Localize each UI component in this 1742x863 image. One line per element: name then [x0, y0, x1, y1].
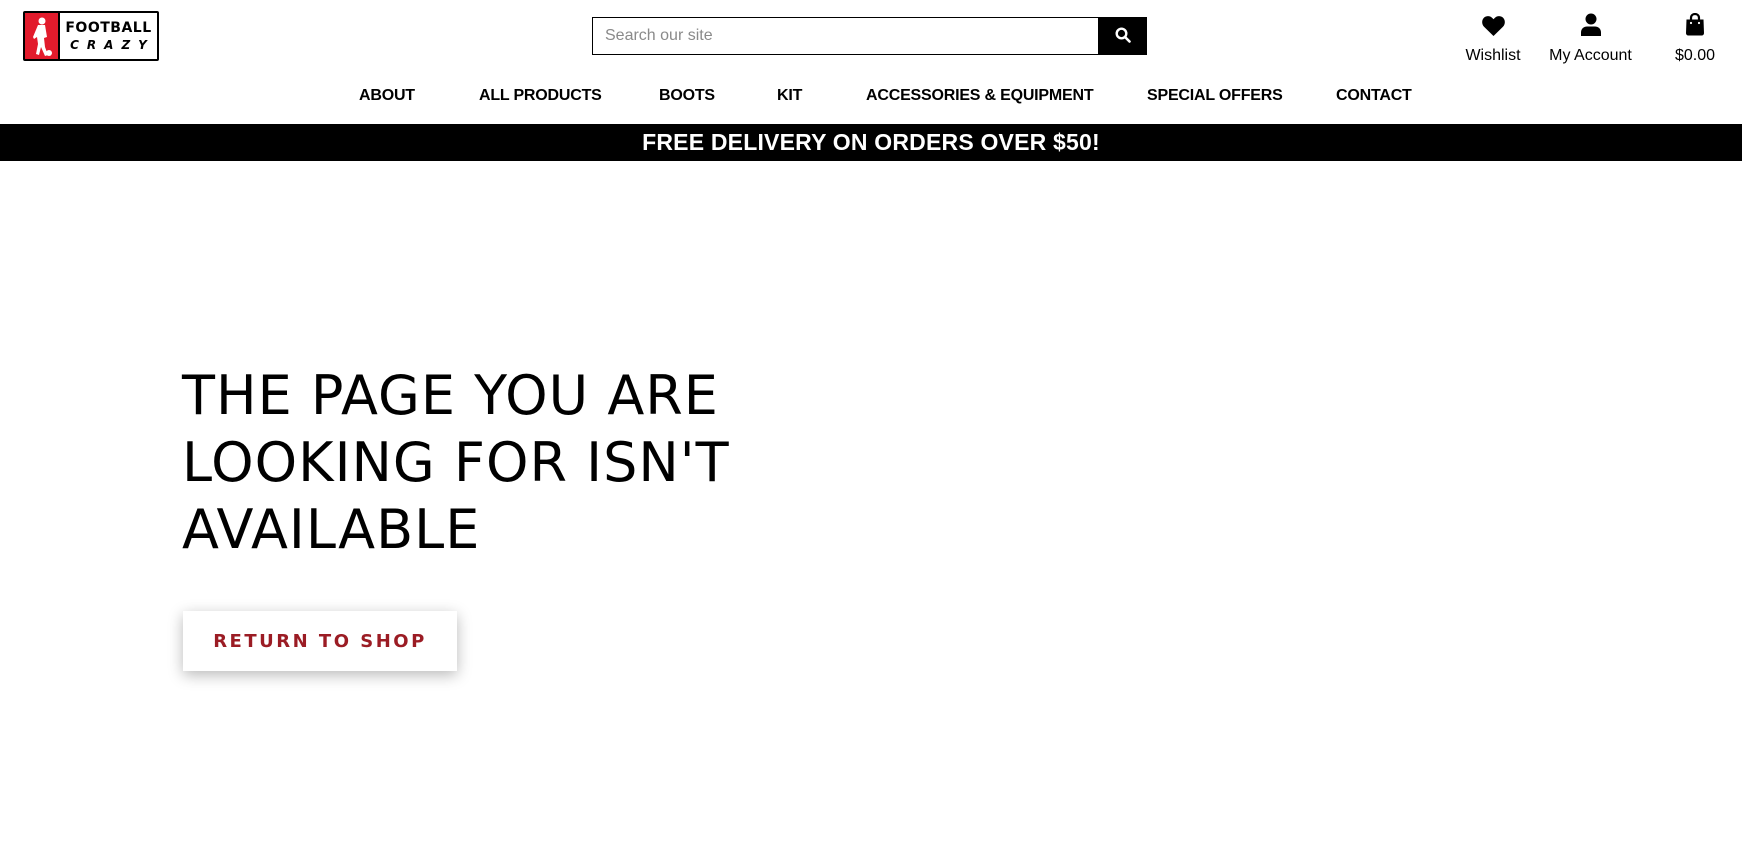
nav-item-contact[interactable]: CONTACT — [1336, 85, 1412, 107]
site-header: FOOTBALL CRAZY Wishlist — [0, 0, 1742, 124]
main-nav: ABOUT ALL PRODUCTS BOOTS KIT ACCESSORIES… — [0, 85, 1742, 107]
my-account-link[interactable]: My Account — [1543, 11, 1638, 64]
user-icon — [1580, 11, 1601, 36]
logo-wordmark: FOOTBALL CRAZY — [60, 13, 157, 59]
cart-link[interactable]: $0.00 — [1670, 11, 1720, 64]
wishlist-link[interactable]: Wishlist — [1448, 11, 1538, 64]
search-form — [592, 17, 1147, 55]
shopping-bag-icon — [1685, 11, 1705, 36]
search-button[interactable] — [1098, 17, 1147, 55]
page-not-found-heading: THE PAGE YOU ARE LOOKING FOR ISN'T AVAIL… — [182, 364, 730, 561]
cart-total: $0.00 — [1674, 47, 1716, 64]
nav-item-about[interactable]: ABOUT — [359, 85, 415, 107]
free-delivery-banner: FREE DELIVERY ON ORDERS OVER $50! — [0, 124, 1742, 161]
my-account-label: My Account — [1549, 47, 1632, 64]
nav-item-special-offers[interactable]: SPECIAL OFFERS — [1147, 85, 1283, 107]
logo-text-line2: CRAZY — [70, 38, 155, 52]
nav-item-all-products[interactable]: ALL PRODUCTS — [479, 85, 602, 107]
banner-text: FREE DELIVERY ON ORDERS OVER $50! — [642, 129, 1100, 155]
wishlist-label: Wishlist — [1465, 47, 1521, 64]
nav-item-boots[interactable]: BOOTS — [659, 85, 715, 107]
nav-item-accessories-equipment[interactable]: ACCESSORIES & EQUIPMENT — [866, 85, 1094, 107]
footballer-logo-icon — [25, 13, 60, 59]
search-icon — [1114, 26, 1131, 46]
site-logo[interactable]: FOOTBALL CRAZY — [23, 11, 159, 61]
return-to-shop-button[interactable]: RETURN TO SHOP — [183, 611, 457, 671]
logo-text-line1: FOOTBALL — [65, 20, 152, 36]
search-input[interactable] — [592, 17, 1098, 55]
nav-item-kit[interactable]: KIT — [777, 85, 802, 107]
heart-icon — [1481, 11, 1505, 36]
